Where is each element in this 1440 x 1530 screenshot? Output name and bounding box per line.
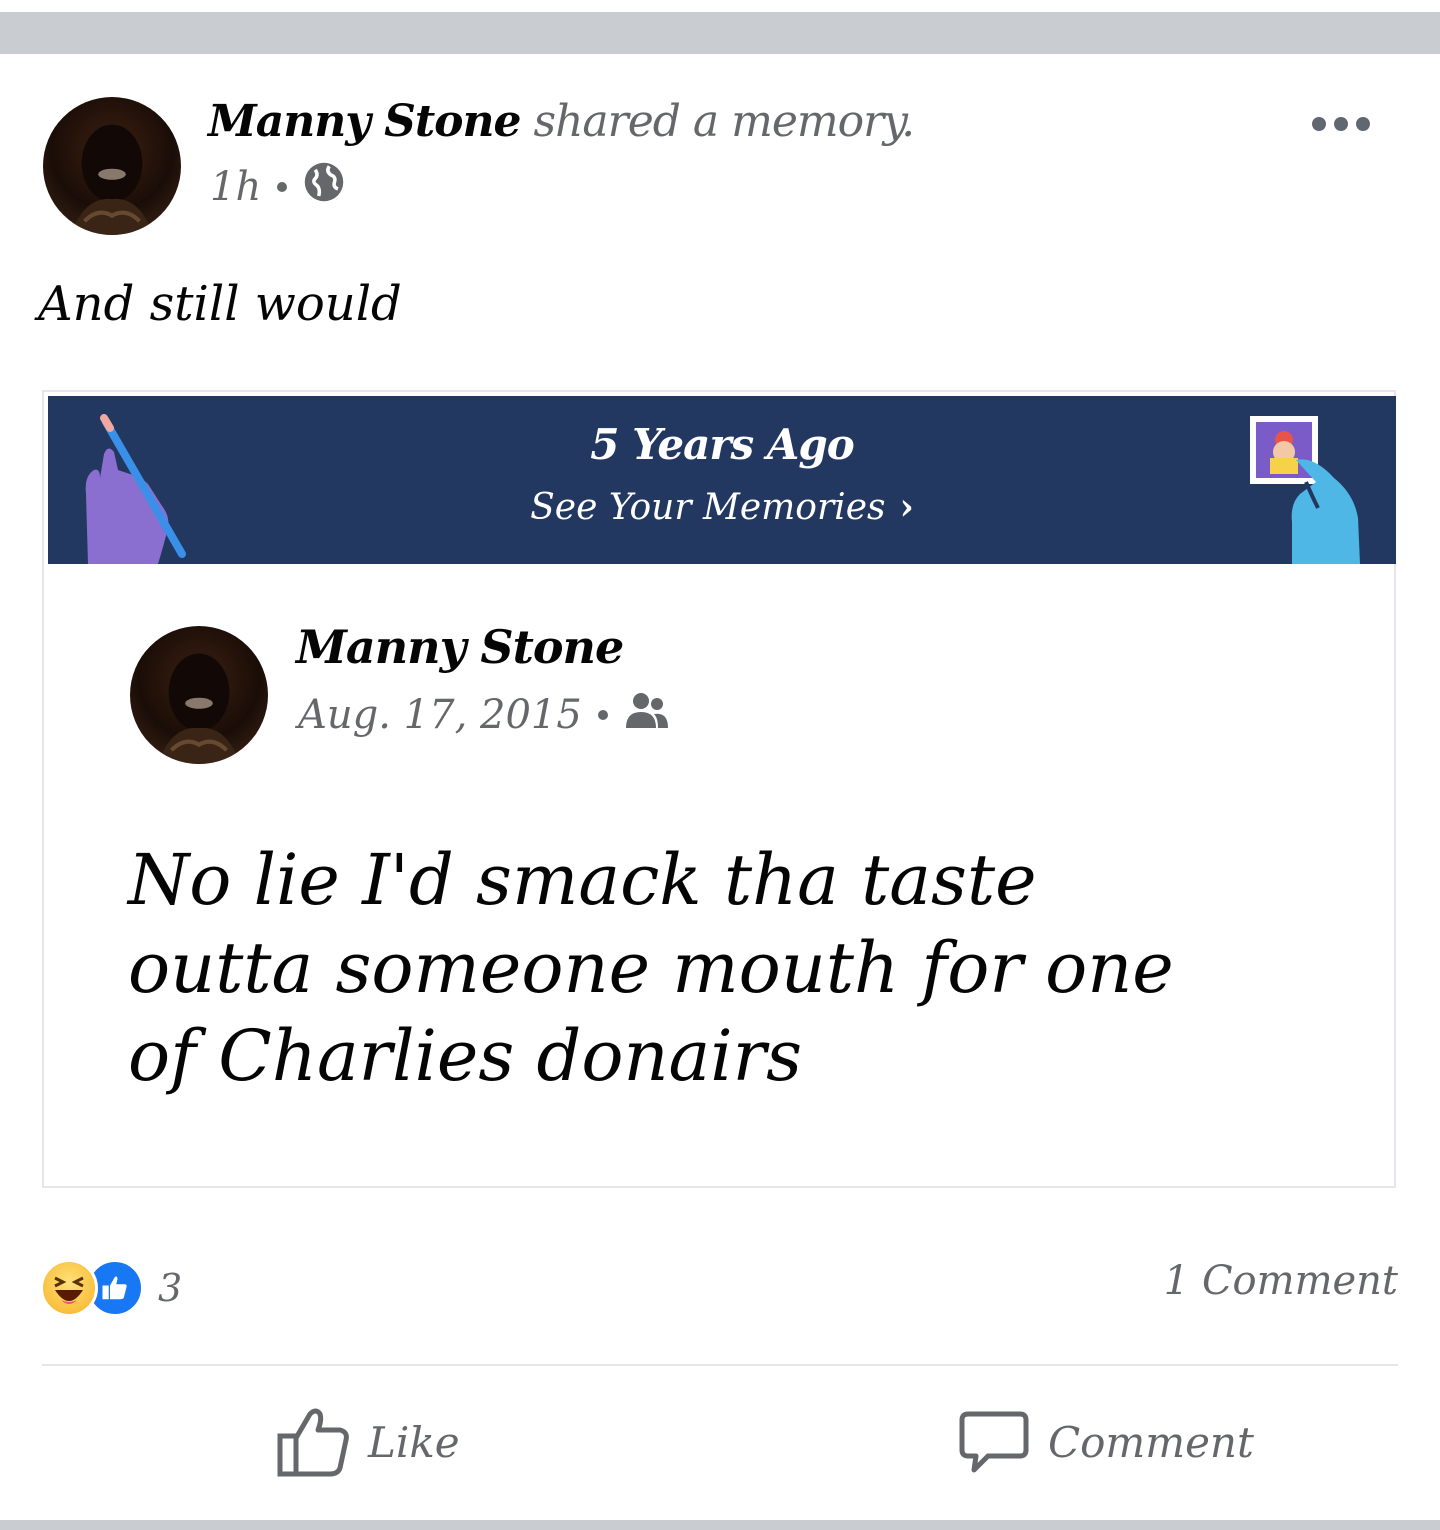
meta-separator	[277, 182, 288, 192]
post-time[interactable]: 1h	[210, 164, 261, 210]
comment-count-link[interactable]: 1 Comment	[1164, 1258, 1398, 1304]
comment-label: Comment	[1048, 1417, 1254, 1467]
haha-icon	[40, 1259, 98, 1317]
like-button[interactable]: Like	[276, 1400, 460, 1484]
reactions-summary[interactable]: 3	[40, 1258, 182, 1318]
memory-banner-title: 5 Years Ago	[590, 420, 854, 469]
memory-author-avatar[interactable]	[130, 626, 268, 764]
hand-photo-illustration	[1250, 416, 1360, 564]
more-options-button[interactable]	[1312, 110, 1378, 138]
friends-icon[interactable]	[624, 690, 670, 740]
globe-icon[interactable]	[303, 161, 345, 213]
more-dot	[1312, 117, 1326, 131]
post-action-text: shared a memory.	[533, 96, 916, 147]
status-area	[0, 0, 1440, 12]
thumbs-up-icon	[277, 1408, 349, 1477]
comment-button[interactable]: Comment	[958, 1400, 1254, 1484]
more-dot	[1356, 117, 1370, 131]
memory-post-date[interactable]: Aug. 17, 2015	[298, 692, 582, 738]
actions-divider	[42, 1364, 1398, 1366]
author-name[interactable]: Manny Stone	[208, 96, 522, 147]
comment-bubble-icon	[959, 1411, 1029, 1473]
see-memories-label: See Your Memories	[530, 487, 886, 528]
post-header: Manny Stone shared a memory.	[208, 92, 916, 152]
meta-separator	[597, 710, 608, 720]
author-avatar[interactable]	[43, 97, 181, 235]
reaction-count: 3	[158, 1266, 183, 1310]
memory-post-text: No lie I'd smack tha taste outta someone…	[128, 839, 1174, 1097]
memory-post-meta: Aug. 17, 2015	[298, 688, 670, 742]
chevron-right-icon: ›	[899, 486, 914, 528]
like-label: Like	[368, 1417, 460, 1467]
post-text: And still would	[38, 276, 402, 332]
memory-author-name[interactable]: Manny Stone	[296, 620, 624, 674]
memory-banner[interactable]: 5 Years Ago See Your Memories ›	[48, 396, 1396, 564]
more-dot	[1334, 117, 1348, 131]
feed-separator	[0, 12, 1440, 54]
feed-separator-bottom	[0, 1520, 1440, 1530]
see-memories-link[interactable]: See Your Memories ›	[48, 486, 1396, 528]
post-meta: 1h	[210, 160, 345, 214]
